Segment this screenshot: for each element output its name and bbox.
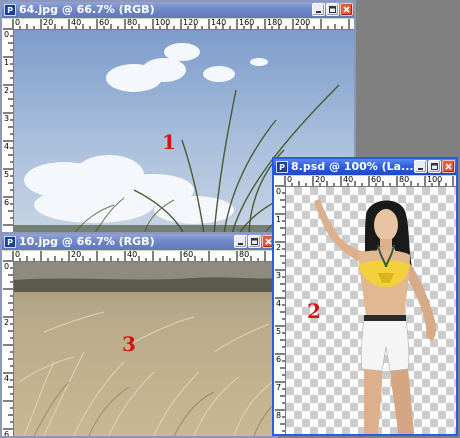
ruler-label: 100 — [427, 176, 443, 184]
ruler-label: 1 — [276, 215, 282, 224]
ruler-corner — [3, 251, 13, 261]
horizontal-ruler[interactable]: 0 20 40 60 80 — [13, 251, 276, 262]
vertical-ruler[interactable]: 0 1 2 3 4 5 6 7 8 — [275, 186, 286, 434]
model-window-titlebar[interactable]: P 8.psd @ 100% (La... — [274, 159, 456, 175]
ruler-corner — [275, 176, 285, 186]
photoshop-doc-icon: P — [4, 4, 16, 16]
model-canvas[interactable]: 2 — [286, 187, 456, 434]
ruler-label: 0 — [4, 30, 10, 39]
ruler-label: 5 — [4, 170, 10, 179]
ruler-label: 20 — [315, 176, 326, 184]
ruler-label: 200 — [295, 19, 311, 27]
ruler-label: 120 — [183, 19, 199, 27]
ruler-label: 20 — [71, 251, 82, 259]
ruler-label: 40 — [71, 19, 82, 27]
minimize-button[interactable] — [234, 235, 247, 248]
ruler-label: 2 — [4, 318, 10, 327]
horizontal-ruler[interactable]: 0 20 40 60 80 100 120 140 160 180 200 — [13, 19, 354, 30]
vertical-ruler[interactable]: 0 1 2 3 4 5 6 — [3, 29, 14, 234]
ruler-label: 0 — [287, 176, 293, 184]
field-window-title: 10.jpg @ 66.7% (RGB) — [19, 235, 155, 248]
marker-three: 3 — [122, 332, 136, 356]
ruler-label: 0 — [4, 262, 10, 271]
ruler-label: 4 — [4, 142, 10, 151]
svg-text:P: P — [7, 238, 13, 247]
field-image-window[interactable]: P 10.jpg @ 66.7% (RGB) 0 20 40 60 80 0 2… — [0, 232, 278, 438]
marker-one: 1 — [162, 130, 176, 154]
ruler-label: 100 — [155, 19, 171, 27]
sky-window-titlebar[interactable]: P 64.jpg @ 66.7% (RGB) — [2, 2, 354, 18]
photoshop-doc-icon: P — [4, 236, 16, 248]
horizontal-ruler[interactable]: 0 20 40 60 80 100 — [285, 176, 456, 187]
ruler-label: 80 — [239, 251, 250, 259]
sky-window-title: 64.jpg @ 66.7% (RGB) — [19, 3, 155, 16]
maximize-button[interactable] — [248, 235, 261, 248]
ruler-label: 60 — [99, 19, 110, 27]
ruler-corner — [3, 19, 13, 29]
field-canvas[interactable]: 3 — [14, 262, 276, 436]
ruler-label: 180 — [267, 19, 283, 27]
ruler-label: 8 — [276, 411, 282, 420]
minimize-button[interactable] — [312, 3, 325, 16]
ruler-label: 60 — [371, 176, 382, 184]
grass-field-photo — [14, 262, 276, 436]
model-window-title: 8.psd @ 100% (La... — [291, 160, 414, 173]
ruler-label: 20 — [43, 19, 54, 27]
ruler-label: 2 — [276, 243, 282, 252]
close-button[interactable] — [442, 160, 455, 173]
ruler-label: 4 — [276, 299, 282, 308]
ruler-label: 80 — [399, 176, 410, 184]
ruler-label: 6 — [4, 198, 10, 207]
ruler-label: 80 — [127, 19, 138, 27]
maximize-button[interactable] — [428, 160, 441, 173]
ruler-label: 4 — [4, 374, 10, 383]
ruler-label: 140 — [211, 19, 227, 27]
minimize-button[interactable] — [414, 160, 427, 173]
marker-two: 2 — [307, 299, 321, 323]
close-button[interactable] — [340, 3, 353, 16]
ruler-label: 0 — [15, 251, 21, 259]
ruler-label: 3 — [276, 271, 282, 280]
vertical-ruler[interactable]: 0 2 4 6 — [3, 261, 14, 436]
ruler-label: 6 — [276, 355, 282, 364]
ruler-label: 0 — [15, 19, 21, 27]
ruler-label: 40 — [127, 251, 138, 259]
svg-text:P: P — [279, 163, 285, 172]
model-image-window[interactable]: P 8.psd @ 100% (La... 0 20 40 60 80 100 … — [272, 157, 458, 436]
ruler-label: 3 — [4, 114, 10, 123]
ruler-label: 7 — [276, 383, 282, 392]
ruler-label: 40 — [343, 176, 354, 184]
photoshop-doc-icon: P — [276, 161, 288, 173]
ruler-label: 0 — [276, 187, 282, 196]
ruler-label: 6 — [4, 430, 10, 436]
ruler-label: 60 — [183, 251, 194, 259]
svg-text:P: P — [7, 6, 13, 15]
ruler-label: 160 — [239, 19, 255, 27]
ruler-label: 1 — [4, 58, 10, 67]
ruler-label: 5 — [276, 327, 282, 336]
ruler-label: 2 — [4, 86, 10, 95]
maximize-button[interactable] — [326, 3, 339, 16]
field-window-titlebar[interactable]: P 10.jpg @ 66.7% (RGB) — [2, 234, 276, 250]
